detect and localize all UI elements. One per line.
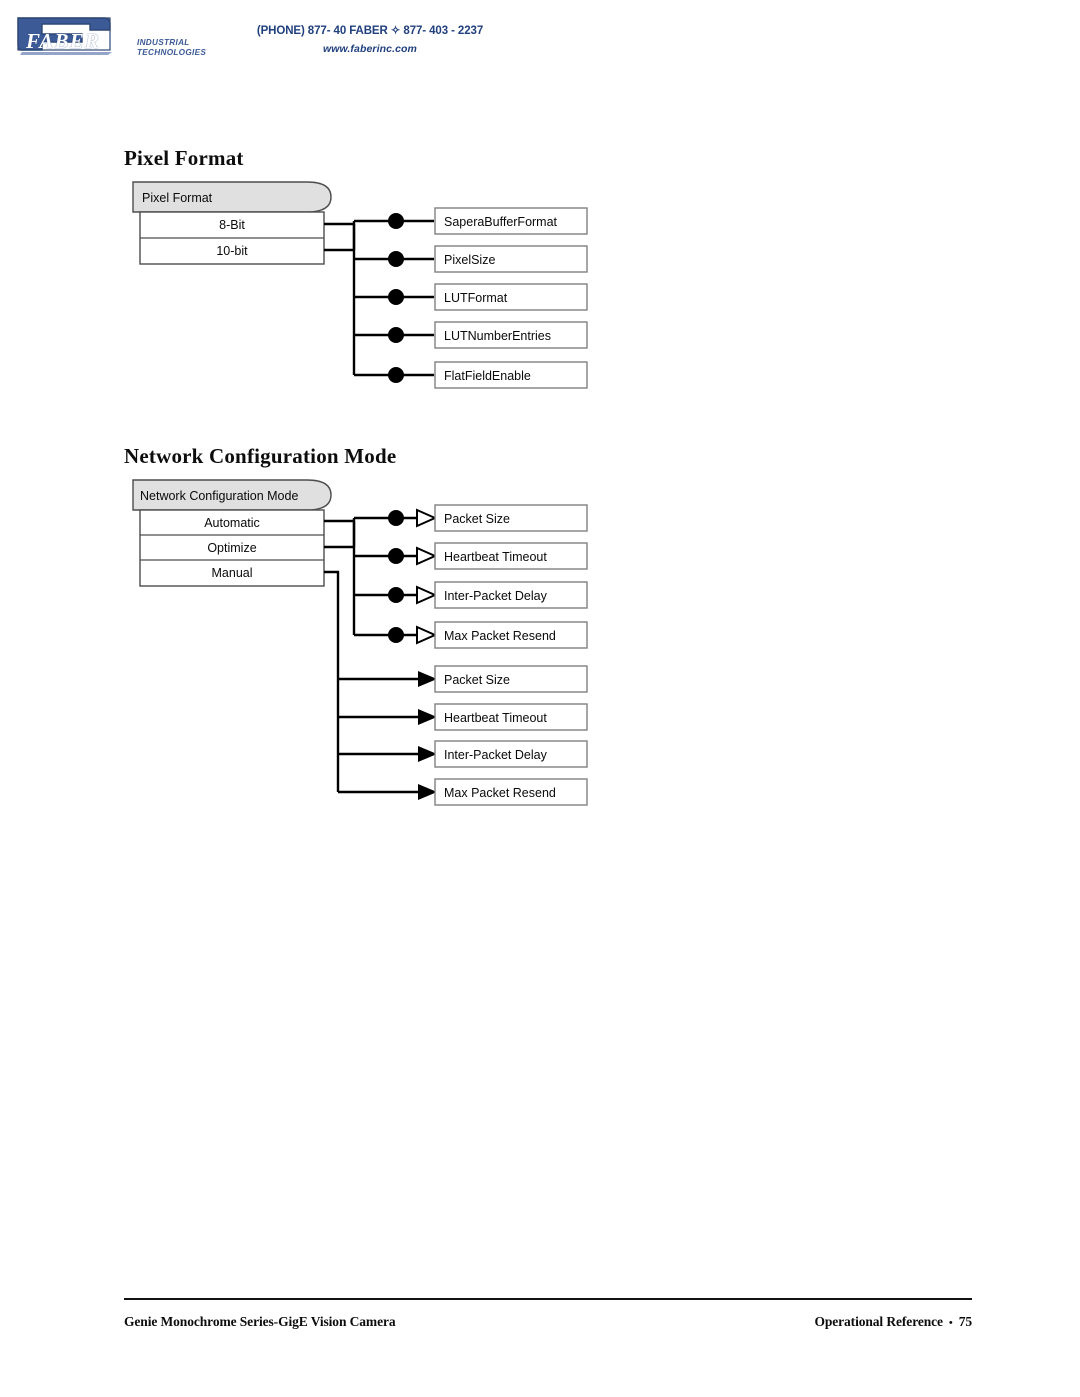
feature-label: LUTNumberEntries bbox=[444, 329, 551, 343]
feature-box[interactable]: Packet Size bbox=[434, 665, 588, 693]
company-logo: FABER INDUSTRIAL TECHNOLOGIES bbox=[12, 10, 212, 62]
page-footer: Genie Monochrome Series-GigE Vision Came… bbox=[124, 1298, 972, 1330]
connector-bullets-pixel-format bbox=[388, 213, 404, 383]
header-contact-info: (PHONE) 877- 40 FABER ✧ 877- 403 - 2237 … bbox=[205, 22, 535, 58]
option-8-bit[interactable]: 8-Bit bbox=[219, 218, 245, 232]
diagram-header-node-network-config[interactable]: Network Configuration Mode bbox=[132, 479, 332, 511]
logo-tagline: INDUSTRIAL TECHNOLOGIES bbox=[137, 38, 206, 57]
footer-divider bbox=[124, 1298, 972, 1300]
connector-lines-pixel-format bbox=[324, 219, 434, 377]
option-manual[interactable]: Manual bbox=[212, 566, 253, 580]
option-10-bit[interactable]: 10-bit bbox=[216, 244, 248, 258]
feature-box[interactable]: Max Packet Resend bbox=[434, 778, 588, 806]
bullet-dot-icon bbox=[388, 548, 404, 564]
feature-box[interactable]: Max Packet Resend bbox=[434, 621, 588, 649]
diagram-pixel-format: Pixel Format 8-Bit 10-bit SaperaBufferFo… bbox=[124, 178, 604, 393]
bullet-dot-icon bbox=[388, 213, 404, 229]
feature-box[interactable]: LUTNumberEntries bbox=[434, 321, 588, 349]
feature-label: Packet Size bbox=[444, 673, 510, 687]
feature-label: Heartbeat Timeout bbox=[444, 550, 547, 564]
feature-box[interactable]: LUTFormat bbox=[434, 283, 588, 311]
diagram-header-node-label: Network Configuration Mode bbox=[140, 489, 298, 503]
feature-label: Inter-Packet Delay bbox=[444, 748, 548, 762]
bullet-dot-icon bbox=[388, 327, 404, 343]
feature-box[interactable]: Inter-Packet Delay bbox=[434, 740, 588, 768]
option-stack-network-config: Automatic Optimize Manual bbox=[139, 509, 325, 587]
feature-label: Inter-Packet Delay bbox=[444, 589, 548, 603]
header-phone: (PHONE) 877- 40 FABER ✧ 877- 403 - 2237 bbox=[256, 25, 484, 37]
hollow-arrow-icon bbox=[416, 508, 438, 645]
feature-box[interactable]: PixelSize bbox=[434, 245, 588, 273]
bullet-dot-icon bbox=[388, 289, 404, 305]
feature-label: Max Packet Resend bbox=[444, 786, 556, 800]
bullet-dot-icon bbox=[388, 587, 404, 603]
page-title-pixel-format: Pixel Format bbox=[124, 146, 244, 170]
feature-label: Max Packet Resend bbox=[444, 629, 556, 643]
logo-wordmark: FABER bbox=[26, 29, 101, 53]
feature-label: PixelSize bbox=[444, 253, 495, 267]
bullet-dot-icon bbox=[388, 251, 404, 267]
page-title-network-configuration-mode: Network Configuration Mode bbox=[124, 444, 397, 468]
option-stack-pixel-format: 8-Bit 10-bit bbox=[139, 211, 325, 265]
option-automatic[interactable]: Automatic bbox=[204, 516, 260, 530]
footer-section-label: Operational Reference bbox=[814, 1314, 943, 1329]
header-website: www.faberinc.com bbox=[323, 43, 417, 55]
feature-label: Heartbeat Timeout bbox=[444, 711, 547, 725]
filled-arrow-icon bbox=[418, 671, 437, 800]
footer-page-info: Operational Reference • 75 bbox=[814, 1314, 972, 1330]
feature-label: SaperaBufferFormat bbox=[444, 215, 558, 229]
logo-tagline-line2: TECHNOLOGIES bbox=[137, 47, 207, 57]
feature-label: LUTFormat bbox=[444, 291, 508, 305]
bullet-dot-icon bbox=[388, 510, 404, 526]
feature-box[interactable]: Inter-Packet Delay bbox=[434, 581, 588, 609]
page-header: FABER INDUSTRIAL TECHNOLOGIES (PHONE) 87… bbox=[0, 0, 1080, 78]
footer-document-title: Genie Monochrome Series-GigE Vision Came… bbox=[124, 1314, 396, 1329]
diagram-network-configuration-mode: Network Configuration Mode Automatic Opt… bbox=[124, 476, 604, 811]
diagram-header-node-pixel-format[interactable]: Pixel Format bbox=[132, 181, 332, 213]
feature-box[interactable]: Packet Size bbox=[434, 504, 588, 532]
bullet-dot-icon bbox=[388, 627, 404, 643]
footer-bullet-icon: • bbox=[948, 1317, 953, 1329]
feature-box[interactable]: Heartbeat Timeout bbox=[434, 542, 588, 570]
feature-box[interactable]: SaperaBufferFormat bbox=[434, 207, 588, 235]
bullet-dot-icon bbox=[388, 367, 404, 383]
feature-box[interactable]: Heartbeat Timeout bbox=[434, 703, 588, 731]
logo-tagline-line1: INDUSTRIAL bbox=[137, 38, 190, 47]
feature-label: Packet Size bbox=[444, 512, 510, 526]
connector-lines-network-lower bbox=[324, 570, 424, 794]
option-optimize[interactable]: Optimize bbox=[207, 541, 256, 555]
connector-bullets-network-upper bbox=[388, 510, 404, 643]
feature-label: FlatFieldEnable bbox=[444, 369, 531, 383]
footer-page-number: 75 bbox=[958, 1314, 972, 1329]
diagram-header-node-label: Pixel Format bbox=[142, 191, 213, 205]
feature-box[interactable]: FlatFieldEnable bbox=[434, 361, 588, 389]
